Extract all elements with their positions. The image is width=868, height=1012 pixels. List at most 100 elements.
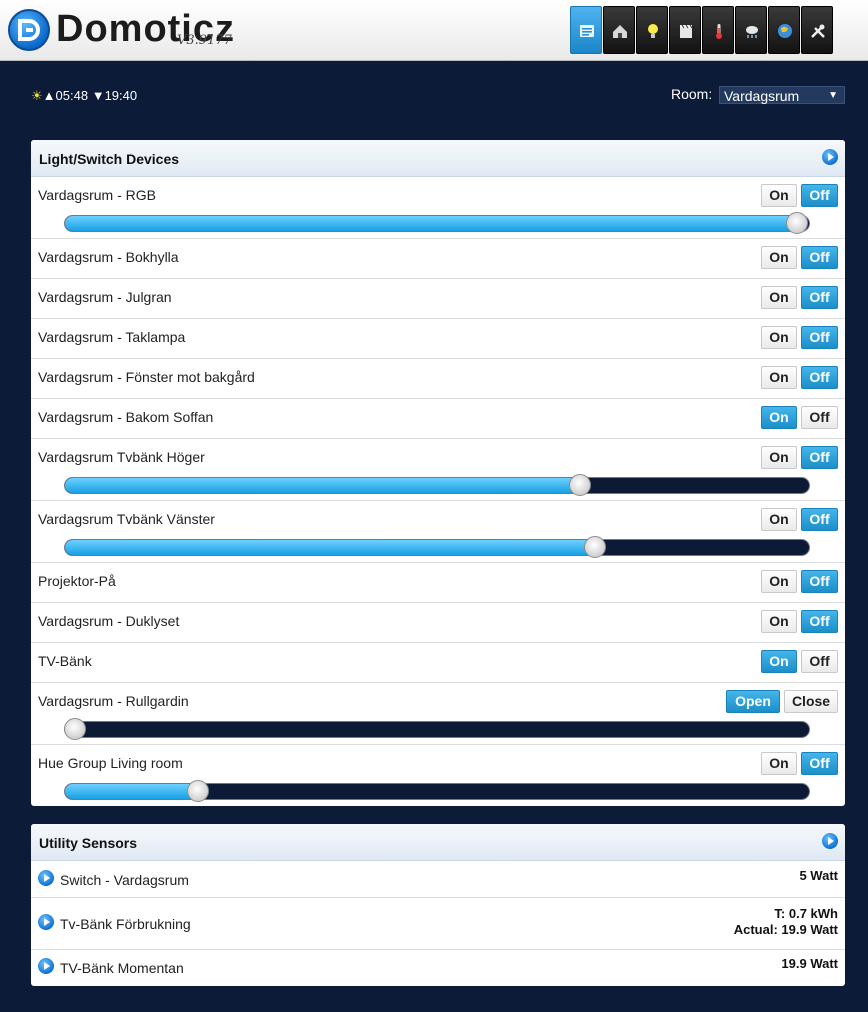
sensor-value: 5 Watt bbox=[799, 868, 838, 884]
off-button[interactable]: Off bbox=[801, 752, 838, 775]
device-row: Vardagsrum - Bakom Soffan On Off bbox=[31, 399, 845, 439]
nav-button-tools[interactable] bbox=[801, 6, 833, 54]
device-list: Vardagsrum - RGB On Off Vardagsrum - Bokhyl… bbox=[31, 177, 845, 806]
device-row: Vardagsrum Tvbänk Höger On Off bbox=[31, 439, 845, 501]
on-button[interactable]: On bbox=[761, 326, 797, 349]
nav-button-weather[interactable] bbox=[735, 6, 767, 54]
dimmer-slider[interactable] bbox=[64, 536, 810, 558]
sensor-name: Switch - Vardagsrum bbox=[60, 872, 189, 888]
chevron-down-icon: ▼ bbox=[828, 90, 838, 101]
on-button[interactable]: On bbox=[761, 184, 797, 207]
slider-handle[interactable] bbox=[569, 474, 591, 496]
device-name: TV-Bänk bbox=[38, 653, 92, 669]
nav-button-clapper[interactable] bbox=[669, 6, 701, 54]
off-button[interactable]: Off bbox=[801, 326, 838, 349]
on-button[interactable]: On bbox=[761, 570, 797, 593]
on-button[interactable]: On bbox=[761, 286, 797, 309]
device-name: Hue Group Living room bbox=[38, 755, 183, 771]
utility-sensors-panel: Utility Sensors Switch - Vardagsrum 5 Wat… bbox=[31, 824, 845, 986]
device-name: Vardagsrum - Julgran bbox=[38, 289, 172, 305]
dimmer-fill bbox=[65, 540, 596, 555]
sensor-value-primary: 5 Watt bbox=[799, 868, 838, 883]
on-button[interactable]: On bbox=[761, 650, 797, 673]
dimmer-slider[interactable] bbox=[64, 212, 810, 234]
panel-title: Utility Sensors bbox=[39, 835, 138, 851]
slider-handle[interactable] bbox=[786, 212, 808, 234]
sensor-detail-arrow-icon[interactable] bbox=[38, 870, 54, 886]
header-bar: Domoticz V3.9177 bbox=[0, 0, 868, 61]
device-row: Vardagsrum - Julgran On Off bbox=[31, 279, 845, 319]
sensor-detail-arrow-icon[interactable] bbox=[38, 958, 54, 974]
device-name: Vardagsrum - Taklampa bbox=[38, 329, 186, 345]
sunrise-time: 05:48 bbox=[55, 88, 89, 103]
slider-handle[interactable] bbox=[64, 718, 86, 740]
off-button[interactable]: Off bbox=[801, 366, 838, 389]
on-button[interactable]: On bbox=[761, 446, 797, 469]
slider-handle[interactable] bbox=[187, 780, 209, 802]
panel-title: Light/Switch Devices bbox=[39, 151, 180, 167]
expand-arrow-icon[interactable] bbox=[822, 833, 838, 849]
sunrise-arrow-icon: ▲ bbox=[42, 88, 56, 103]
off-button[interactable]: Off bbox=[801, 650, 838, 673]
dimmer-slider[interactable] bbox=[64, 718, 810, 740]
on-button[interactable]: On bbox=[761, 508, 797, 531]
nav-button-dashboard[interactable] bbox=[570, 6, 602, 54]
off-button[interactable]: Off bbox=[801, 406, 838, 429]
slider-handle[interactable] bbox=[584, 536, 606, 558]
device-name: Vardagsrum - Fönster mot bakgård bbox=[38, 369, 255, 385]
nav-button-house[interactable] bbox=[603, 6, 635, 54]
dimmer-slider[interactable] bbox=[64, 780, 810, 802]
device-row: Hue Group Living room On Off bbox=[31, 745, 845, 806]
sensor-value: T: 0.7 kWh Actual: 19.9 Watt bbox=[734, 906, 838, 938]
device-name: Vardagsrum - RGB bbox=[38, 187, 156, 203]
close-button[interactable]: Close bbox=[784, 690, 838, 713]
open-button[interactable]: Open bbox=[726, 690, 780, 713]
on-button[interactable]: On bbox=[761, 366, 797, 389]
off-button[interactable]: Off bbox=[801, 508, 838, 531]
dimmer-fill bbox=[65, 478, 581, 493]
off-button[interactable]: Off bbox=[801, 246, 838, 269]
device-row: Projektor-På On Off bbox=[31, 563, 845, 603]
on-button[interactable]: On bbox=[761, 752, 797, 775]
sun-times: ☀▲05:48 ▼19:40 bbox=[31, 88, 137, 104]
sun-icon: ☀ bbox=[31, 88, 43, 103]
device-name: Vardagsrum Tvbänk Vänster bbox=[38, 511, 215, 527]
device-name: Vardagsrum - Bokhylla bbox=[38, 249, 179, 265]
sensor-value-primary: T: 0.7 kWh bbox=[774, 906, 838, 921]
version-label: V3.9177 bbox=[177, 33, 232, 48]
device-row: Vardagsrum - Duklyset On Off bbox=[31, 603, 845, 643]
domoticz-logo-icon bbox=[8, 9, 50, 51]
room-select[interactable]: Vardagsrum ▼ bbox=[719, 86, 845, 104]
on-button[interactable]: On bbox=[761, 406, 797, 429]
off-button[interactable]: Off bbox=[801, 610, 838, 633]
off-button[interactable]: Off bbox=[801, 570, 838, 593]
nav-button-thermometer[interactable] bbox=[702, 6, 734, 54]
sensor-row: Switch - Vardagsrum 5 Watt bbox=[31, 861, 845, 898]
off-button[interactable]: Off bbox=[801, 184, 838, 207]
device-name: Vardagsrum - Rullgardin bbox=[38, 693, 189, 709]
nav-button-bulb[interactable] bbox=[636, 6, 668, 54]
sensor-value: 19.9 Watt bbox=[781, 956, 838, 972]
sensor-name: TV-Bänk Momentan bbox=[60, 960, 184, 976]
device-row: Vardagsrum - RGB On Off bbox=[31, 177, 845, 239]
light-switch-panel-header: Light/Switch Devices bbox=[31, 140, 845, 177]
nav-button-globe[interactable] bbox=[768, 6, 800, 54]
dimmer-fill bbox=[65, 784, 199, 799]
expand-arrow-icon[interactable] bbox=[822, 149, 838, 165]
dimmer-slider[interactable] bbox=[64, 474, 810, 496]
utility-panel-header: Utility Sensors bbox=[31, 824, 845, 861]
room-select-value: Vardagsrum bbox=[724, 88, 800, 104]
device-name: Vardagsrum - Duklyset bbox=[38, 613, 180, 629]
device-name: Projektor-På bbox=[38, 573, 116, 589]
sensor-row: TV-Bänk Momentan 19.9 Watt bbox=[31, 950, 845, 986]
on-button[interactable]: On bbox=[761, 246, 797, 269]
sensor-value-secondary: Actual: 19.9 Watt bbox=[733, 922, 838, 937]
off-button[interactable]: Off bbox=[801, 446, 838, 469]
sensor-detail-arrow-icon[interactable] bbox=[38, 914, 54, 930]
sensor-name: Tv-Bänk Förbrukning bbox=[60, 916, 191, 932]
device-row: Vardagsrum Tvbänk Vänster On Off bbox=[31, 501, 845, 563]
off-button[interactable]: Off bbox=[801, 286, 838, 309]
device-row: Vardagsrum - Rullgardin Open Close bbox=[31, 683, 845, 745]
sunset-time: 19:40 bbox=[104, 88, 138, 103]
on-button[interactable]: On bbox=[761, 610, 797, 633]
